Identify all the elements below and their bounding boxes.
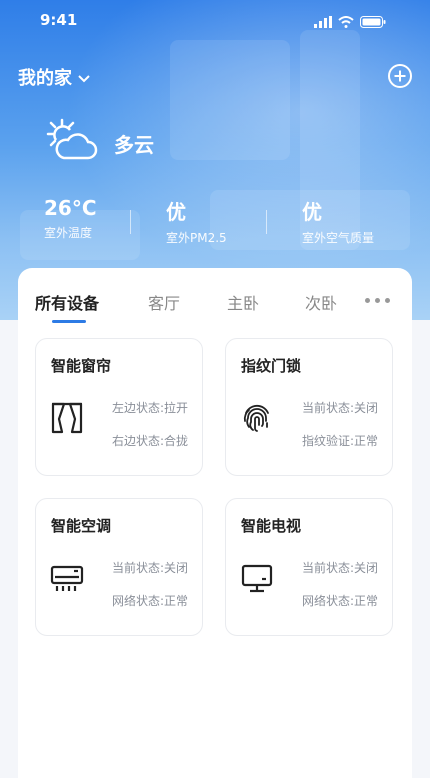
weather-condition: 多云	[114, 132, 154, 157]
outdoor-stats: 26°C 室外温度 优 室外PM2.5 优 室外空气质量	[0, 196, 430, 252]
device-status-2: 指纹验证:正常	[301, 434, 378, 448]
device-status-1: 左边状态:拉开	[111, 401, 188, 415]
room-tabs: 所有设备 客厅 主卧 次卧	[18, 268, 412, 323]
device-card-fingerprint-lock[interactable]: 指纹门锁 当前状态:关闭 指纹验证:正常	[225, 338, 393, 476]
device-status-2: 右边状态:合拢	[111, 434, 188, 448]
home-name: 我的家	[18, 68, 72, 89]
device-status-2: 网络状态:正常	[301, 594, 378, 608]
tab-living-room[interactable]: 客厅	[148, 290, 180, 314]
air-conditioner-icon	[50, 561, 84, 595]
device-name: 智能空调	[51, 517, 112, 535]
stat-label: 室外空气质量	[302, 231, 375, 245]
stat-temperature: 26°C 室外温度	[44, 196, 97, 241]
fingerprint-icon	[240, 401, 274, 435]
status-time: 9:41	[40, 11, 78, 29]
active-tab-indicator	[52, 320, 86, 323]
device-name: 智能电视	[241, 517, 302, 535]
device-status-2: 网络状态:正常	[111, 594, 188, 608]
device-status-1: 当前状态:关闭	[301, 561, 378, 575]
tv-icon	[240, 561, 274, 595]
device-status-1: 当前状态:关闭	[301, 401, 378, 415]
cellular-signal-icon	[314, 13, 332, 32]
tab-second-bedroom[interactable]: 次卧	[305, 290, 337, 314]
device-status-1: 当前状态:关闭	[111, 561, 188, 575]
stat-label: 室外温度	[44, 226, 93, 240]
weather-summary: 多云	[44, 118, 154, 168]
curtain-icon	[50, 401, 84, 435]
battery-icon	[360, 13, 386, 32]
add-device-button[interactable]	[388, 64, 412, 88]
partly-cloudy-icon	[44, 118, 98, 168]
device-name: 智能窗帘	[51, 357, 112, 375]
stat-pm25: 优 室外PM2.5	[166, 196, 227, 246]
stat-label: 室外PM2.5	[166, 231, 227, 245]
device-card-air-conditioner[interactable]: 智能空调 当前状态:关闭 网络状态:正常	[35, 498, 203, 636]
divider	[266, 210, 267, 234]
device-name: 指纹门锁	[241, 357, 302, 375]
device-card-curtain[interactable]: 智能窗帘 左边状态:拉开 右边状态:合拢	[35, 338, 203, 476]
more-tabs-icon[interactable]	[365, 298, 390, 303]
status-bar: 9:41	[0, 0, 430, 38]
device-panel: 所有设备 客厅 主卧 次卧 智能窗帘 左边状态:拉开 右边状态:合拢 指纹门锁	[18, 268, 412, 778]
stat-air-quality: 优 室外空气质量	[302, 196, 374, 246]
stat-value: 优	[166, 200, 186, 224]
divider	[130, 210, 131, 234]
stat-value: 26°C	[44, 196, 97, 220]
tab-all-devices[interactable]: 所有设备	[35, 290, 99, 314]
stat-value: 优	[302, 200, 322, 224]
home-selector[interactable]: 我的家	[18, 64, 90, 90]
tab-master-bedroom[interactable]: 主卧	[227, 290, 259, 314]
chevron-down-icon	[78, 67, 90, 88]
device-card-tv[interactable]: 智能电视 当前状态:关闭 网络状态:正常	[225, 498, 393, 636]
wifi-icon	[338, 13, 354, 32]
